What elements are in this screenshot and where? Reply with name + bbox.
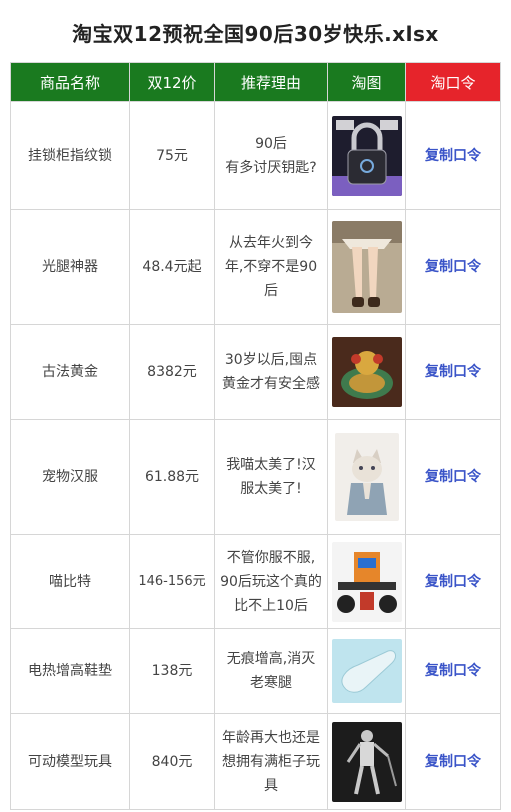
product-reason: 30岁以后,囤点 黄金才有安全感 [214,324,328,420]
leggings-image[interactable] [331,221,402,313]
reason-line: 我喵太美了!汉 [226,457,316,473]
copy-code-link[interactable]: 复制口令 [425,469,481,485]
product-image-cell [327,101,406,210]
header-image: 淘图 [327,62,406,102]
product-price: 8382元 [129,324,215,420]
product-reason: 90后有多讨厌钥匙? [214,101,328,210]
product-image-cell [327,534,406,629]
table-row: 可动模型玩具 840元 年龄再大也还是 想拥有满柜子玩具 复制口令 [10,713,501,810]
product-name: 电热增高鞋垫 [10,628,130,714]
reason-line: 年,不穿不是90 [224,259,318,275]
header-taokouling: 淘口令 [405,62,501,102]
table-row: 宠物汉服 61.88元 我喵太美了!汉 服太美了! 复制口令 [10,419,501,535]
copy-code-link[interactable]: 复制口令 [425,754,481,770]
reason-line: 后 [264,283,278,299]
product-price: 48.4元起 [129,209,215,325]
copy-code-cell: 复制口令 [405,628,501,714]
header-product-name: 商品名称 [10,62,130,102]
product-name: 古法黄金 [10,324,130,420]
product-image-cell [327,324,406,420]
product-price: 146-156元 [129,534,215,629]
page-title: 淘宝双12预祝全国90后30岁快乐.xlsx [72,22,439,46]
product-name: 光腿神器 [10,209,130,325]
reason-line: 想拥有满柜子玩 [222,753,320,770]
reason-line: 不管你服不服, [226,549,316,566]
reason-line: 服太美了! [240,481,302,497]
reason-line: 从去年火到今 [229,235,313,251]
product-name: 可动模型玩具 [10,713,130,810]
product-price: 61.88元 [129,419,215,535]
header-price: 双12价 [129,62,215,102]
reason-line: 黄金才有安全感 [222,376,320,392]
product-image-cell [327,628,406,714]
product-price: 75元 [129,101,215,210]
product-name: 喵比特 [10,534,130,629]
reason-line: 90后 [255,135,287,152]
product-name: 挂锁柜指纹锁 [10,101,130,210]
copy-code-link[interactable]: 复制口令 [425,148,481,164]
table-row: 古法黄金 8382元 30岁以后,囤点 黄金才有安全感 复制口令 [10,324,501,420]
gold-ornament-image[interactable] [331,337,402,407]
product-name: 宠物汉服 [10,419,130,535]
copy-code-cell: 复制口令 [405,534,501,629]
reason-line: 年龄再大也还是 [222,729,320,746]
copy-code-cell: 复制口令 [405,419,501,535]
table-header-row: 商品名称 双12价 推荐理由 淘图 淘口令 [10,62,501,102]
reason-line: 无痕增高,消灭 [226,651,316,667]
header-reason: 推荐理由 [214,62,328,102]
copy-code-link[interactable]: 复制口令 [425,259,481,275]
copy-code-cell: 复制口令 [405,209,501,325]
robot-kit-image[interactable] [331,541,402,622]
product-reason: 无痕增高,消灭 老寒腿 [214,628,328,714]
reason-line: 比不上10后 [234,597,308,614]
product-image-cell [327,419,406,535]
product-price: 840元 [129,713,215,810]
copy-code-cell: 复制口令 [405,713,501,810]
copy-code-cell: 复制口令 [405,101,501,210]
reason-line: 30岁以后,囤点 [224,352,318,368]
cat-hanfu-image[interactable] [334,433,399,521]
table-row: 挂锁柜指纹锁 75元 90后有多讨厌钥匙? 复制口令 [10,101,501,210]
product-image-cell [327,713,406,810]
copy-code-link[interactable]: 复制口令 [425,364,481,380]
reason-line: 90后玩这个真的 [220,573,322,590]
table-row: 电热增高鞋垫 138元 无痕增高,消灭 老寒腿 复制口令 [10,628,501,714]
table-row: 喵比特 146-156元 不管你服不服, 90后玩这个真的 比不上10后 复制口令 [10,534,501,629]
reason-line: 老寒腿 [250,675,292,691]
action-figure-image[interactable] [331,721,402,802]
copy-code-link[interactable]: 复制口令 [425,663,481,679]
product-reason: 从去年火到今 年,不穿不是90 后 [214,209,328,325]
product-table: 商品名称 双12价 推荐理由 淘图 淘口令 挂锁柜指纹锁 75元 90后有多讨厌… [10,62,501,810]
insole-image[interactable] [331,639,402,703]
fingerprint-padlock-image[interactable] [331,115,402,196]
product-reason: 不管你服不服, 90后玩这个真的 比不上10后 [214,534,328,629]
copy-code-link[interactable]: 复制口令 [425,574,481,590]
product-image-cell [327,209,406,325]
product-reason: 年龄再大也还是 想拥有满柜子玩具 [214,713,328,810]
reason-line: 具 [264,777,278,794]
copy-code-cell: 复制口令 [405,324,501,420]
table-row: 光腿神器 48.4元起 从去年火到今 年,不穿不是90 后 复制口令 [10,209,501,325]
product-reason: 我喵太美了!汉 服太美了! [214,419,328,535]
product-price: 138元 [129,628,215,714]
reason-line: 有多讨厌钥匙? [225,159,317,176]
